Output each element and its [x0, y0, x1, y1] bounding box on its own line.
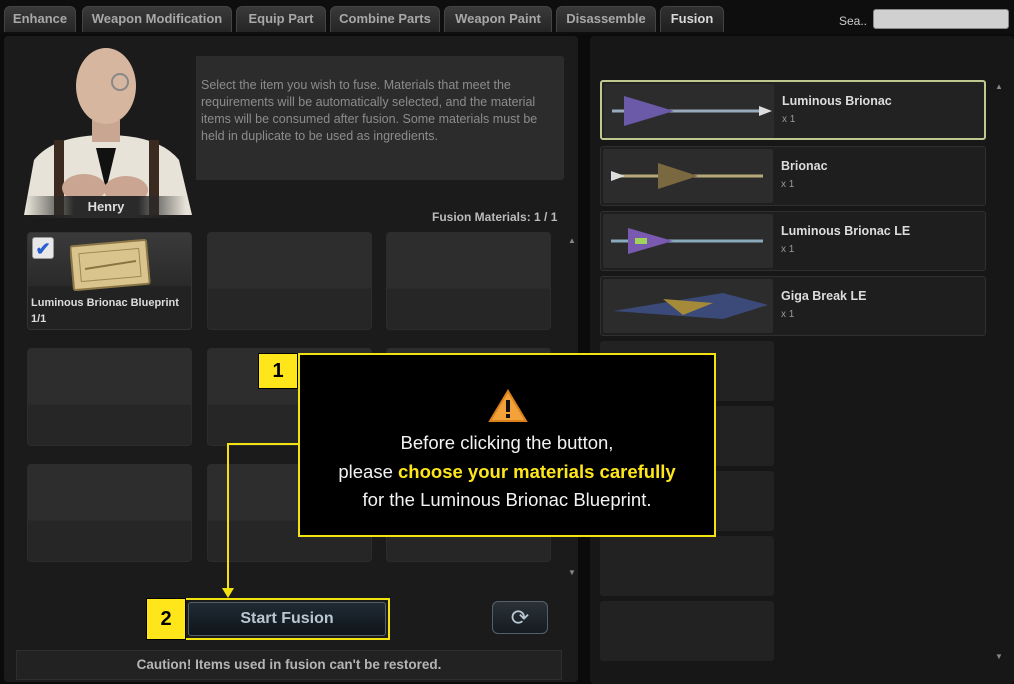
fusion-item[interactable]: Brionac x 1	[600, 146, 986, 206]
material-slot-empty[interactable]	[207, 232, 372, 330]
tab-combine-parts[interactable]: Combine Parts	[330, 6, 440, 32]
tab-enhance[interactable]: Enhance	[4, 6, 76, 32]
item-qty: x 1	[782, 114, 796, 125]
slot-title: Luminous Brionac Blueprint	[31, 297, 179, 309]
weapon-thumbnail	[604, 84, 774, 138]
tab-weapon-modification[interactable]: Weapon Modification	[82, 6, 232, 32]
fusion-materials-count: Fusion Materials: 1 / 1	[432, 210, 558, 224]
weapon-thumbnail	[603, 149, 773, 203]
item-name: Giga Break LE	[781, 289, 867, 303]
weapon-thumbnail	[603, 214, 773, 268]
blueprint-icon	[70, 239, 151, 291]
warning-callout: Before clicking the button, please choos…	[298, 353, 716, 537]
npc-name: Henry	[26, 196, 186, 218]
material-slot-empty[interactable]	[27, 348, 192, 446]
item-qty: x 1	[781, 309, 795, 320]
tab-bar: Enhance Weapon Modification Equip Part C…	[0, 0, 1014, 34]
scroll-up-icon[interactable]: ▲	[995, 82, 1003, 91]
refresh-icon[interactable]: ⟳	[492, 601, 548, 634]
warning-icon	[488, 389, 528, 422]
check-icon[interactable]: ✔	[32, 237, 54, 259]
fusion-item[interactable]: Luminous Brionac LE x 1	[600, 211, 986, 271]
npc-avatar	[14, 40, 196, 215]
callout-message: Before clicking the button, please choos…	[338, 432, 676, 510]
search-input[interactable]	[873, 9, 1009, 29]
scroll-down-icon[interactable]: ▼	[568, 568, 576, 577]
step-badge-2: 2	[146, 598, 186, 640]
fusion-item[interactable]: Giga Break LE x 1	[600, 276, 986, 336]
tab-disassemble[interactable]: Disassemble	[556, 6, 656, 32]
tab-fusion[interactable]: Fusion	[660, 6, 724, 32]
caution-text: Caution! Items used in fusion can't be r…	[16, 650, 562, 680]
search-label: Sea..	[839, 14, 868, 28]
scroll-down-icon[interactable]: ▼	[995, 652, 1003, 661]
material-slot-empty[interactable]	[386, 232, 551, 330]
npc-portrait	[14, 40, 196, 215]
step-badge-1: 1	[258, 353, 298, 389]
scroll-up-icon[interactable]: ▲	[568, 236, 576, 245]
item-name: Luminous Brionac LE	[781, 224, 911, 238]
item-qty: x 1	[781, 179, 795, 190]
empty-item-slot	[600, 601, 774, 661]
item-name: Brionac	[781, 159, 828, 173]
fusion-item[interactable]: Luminous Brionac x 1	[600, 80, 986, 140]
item-name: Luminous Brionac	[782, 94, 892, 108]
tab-weapon-paint[interactable]: Weapon Paint	[444, 6, 552, 32]
material-slot-empty[interactable]	[27, 464, 192, 562]
empty-item-slot	[600, 536, 774, 596]
weapon-thumbnail	[603, 279, 773, 333]
item-qty: x 1	[781, 244, 795, 255]
description-text: Select the item you wish to fuse. Materi…	[201, 78, 538, 143]
material-slot[interactable]: ✔ Luminous Brionac Blueprint 1/1	[27, 232, 192, 330]
slot-count: 1/1	[31, 313, 47, 325]
start-button-highlight	[184, 598, 390, 640]
tab-equip-part[interactable]: Equip Part	[236, 6, 326, 32]
